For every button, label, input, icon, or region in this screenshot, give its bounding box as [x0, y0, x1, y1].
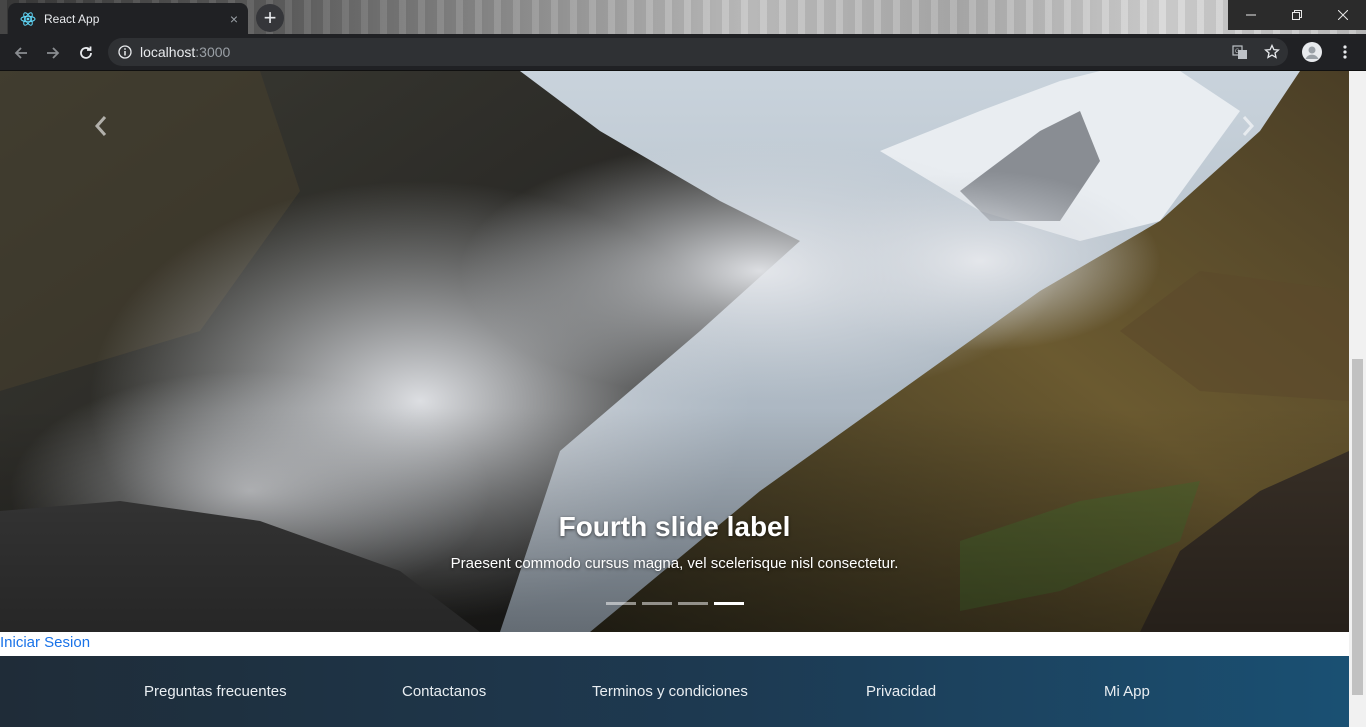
carousel-indicator-2[interactable] — [641, 602, 672, 605]
reload-icon — [80, 46, 92, 59]
carousel-indicator-4[interactable] — [713, 602, 744, 605]
slide-title: Fourth slide label — [558, 511, 791, 542]
slide-text: Praesent commodo cursus magna, vel scele… — [450, 555, 899, 572]
carousel[interactable]: Fourth slide label Praesent commodo curs… — [0, 71, 1349, 632]
info-icon[interactable] — [118, 45, 132, 59]
carousel-next-button[interactable] — [1233, 111, 1263, 141]
arrow-right-icon — [47, 47, 60, 59]
tab-title: React App — [44, 11, 100, 26]
reload-button[interactable] — [73, 40, 99, 66]
minimize-icon — [1246, 14, 1256, 16]
svg-text:G: G — [1235, 49, 1240, 55]
forward-button[interactable] — [40, 40, 66, 66]
page-scrollbar[interactable] — [1349, 71, 1366, 727]
carousel-prev-button[interactable] — [86, 111, 116, 141]
footer-link-my-app[interactable]: Mi App — [1104, 656, 1150, 727]
translate-icon: G — [1232, 45, 1247, 59]
browser-tab[interactable]: React App × — [8, 3, 248, 34]
url-port: :3000 — [195, 44, 231, 60]
star-icon — [1264, 44, 1280, 59]
footer-link-contact[interactable]: Contactanos — [402, 656, 486, 727]
tab-close-icon[interactable]: × — [230, 12, 238, 26]
browser-menu-button[interactable] — [1333, 40, 1357, 64]
footer-link-privacy[interactable]: Privacidad — [866, 656, 936, 727]
url-host: localhost — [140, 44, 196, 60]
login-link[interactable]: Iniciar Sesion — [0, 634, 90, 651]
address-bar[interactable]: localhost:3000 — [108, 38, 1288, 66]
carousel-indicator-1[interactable] — [605, 602, 636, 605]
browser-title-bar: React App × + — [0, 0, 1366, 34]
carousel-indicators — [0, 602, 1349, 605]
browser-toolbar: localhost:3000 G — [0, 34, 1366, 71]
avatar-icon — [1302, 42, 1322, 62]
footer-link-terms[interactable]: Terminos y condiciones — [592, 656, 748, 727]
close-icon — [1338, 10, 1348, 20]
bookmark-button[interactable] — [1260, 40, 1284, 64]
profile-avatar[interactable] — [1300, 40, 1324, 64]
restore-button[interactable] — [1274, 0, 1320, 30]
footer-link-faq[interactable]: Preguntas frecuentes — [144, 656, 287, 727]
translate-button[interactable]: G — [1228, 40, 1252, 64]
page-viewport: Fourth slide label Praesent commodo curs… — [0, 71, 1366, 727]
react-icon — [20, 11, 36, 27]
chevron-left-icon — [94, 116, 107, 136]
close-window-button[interactable] — [1320, 0, 1366, 30]
arrow-left-icon — [14, 47, 27, 59]
back-button[interactable] — [8, 40, 34, 66]
carousel-caption: Fourth slide label Praesent commodo curs… — [0, 511, 1349, 572]
new-tab-button[interactable]: + — [256, 4, 284, 32]
carousel-indicator-3[interactable] — [677, 602, 708, 605]
minimize-button[interactable] — [1228, 0, 1274, 30]
chevron-right-icon — [1242, 116, 1255, 136]
scrollbar-thumb[interactable] — [1352, 359, 1363, 695]
site-footer: Preguntas frecuentes Contactanos Termino… — [0, 656, 1349, 727]
restore-icon — [1292, 10, 1302, 20]
address-url: localhost:3000 — [140, 44, 230, 60]
kebab-menu-icon — [1343, 45, 1347, 59]
